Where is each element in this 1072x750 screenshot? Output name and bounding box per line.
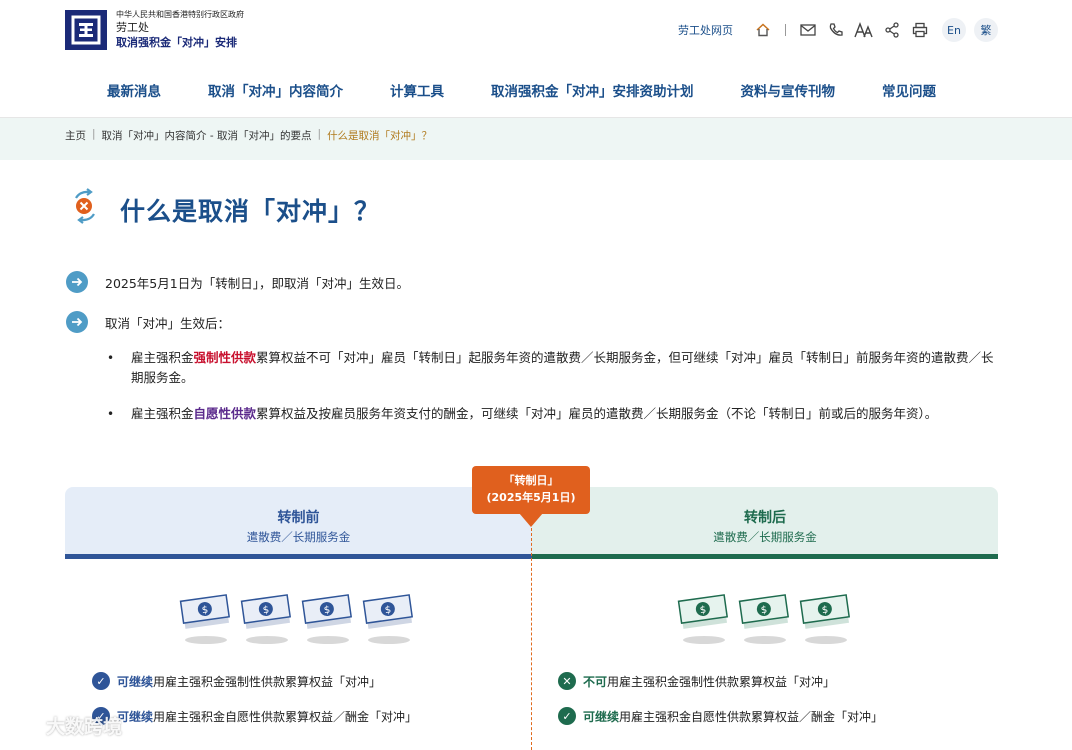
mandatory-highlight: 强制性供款 bbox=[193, 350, 257, 365]
banknote-stack-icon: $ bbox=[738, 588, 790, 646]
brand-block[interactable]: 中华人民共和国香港特别行政区政府 劳工处 取消强积金「对冲」安排 bbox=[116, 10, 244, 50]
bullet-text: 雇主强积金强制性供款累算权益不可「对冲」雇员「转制日」起服务年资的遣散费／长期服… bbox=[131, 348, 1000, 388]
status-text: 用雇主强积金自愿性供款累算权益／酬金「对冲」 bbox=[619, 709, 884, 724]
breadcrumb-separator: | bbox=[317, 128, 322, 140]
arrow-right-icon bbox=[66, 311, 88, 333]
status-text: 用雇主强积金强制性供款累算权益「对冲」 bbox=[153, 674, 382, 689]
flag-date: (2025年5月1日) bbox=[486, 491, 576, 504]
bullet-dot: • bbox=[107, 407, 115, 421]
offset-cancel-icon bbox=[75, 188, 95, 224]
bullet-text: 雇主强积金自愿性供款累算权益及按雇员服务年资支付的酬金，可继续「对冲」雇员的遣散… bbox=[131, 404, 937, 424]
labour-dept-logo[interactable] bbox=[65, 10, 107, 50]
after-status-voluntary: ✓ 可继续 用雇主强积金自愿性供款累算权益／酬金「对冲」 bbox=[558, 707, 883, 725]
breadcrumb-current: 什么是取消「对冲」？ bbox=[327, 130, 433, 142]
logo-icon bbox=[71, 15, 101, 45]
point-transition-day: 2025年5月1日为「转制日」，即取消「对冲」生效日。 bbox=[66, 271, 409, 293]
check-icon: ✓ bbox=[92, 672, 110, 690]
bullet-pre: 雇主强积金 bbox=[131, 406, 194, 421]
breadcrumb-home[interactable]: 主页 bbox=[65, 128, 86, 143]
check-icon: ✓ bbox=[558, 707, 576, 725]
watermark-text: 大数跨境 bbox=[46, 716, 123, 738]
nav-calculator[interactable]: 计算工具 bbox=[390, 80, 444, 100]
flag-label: 「转制日」 bbox=[503, 474, 559, 487]
before-subtitle: 遣散费／长期服务金 bbox=[246, 530, 351, 544]
watermark: 大数跨境 bbox=[8, 712, 122, 739]
mail-icon[interactable] bbox=[794, 17, 822, 43]
share-icon[interactable] bbox=[878, 17, 906, 43]
nav-intro[interactable]: 取消「对冲」内容简介 bbox=[208, 80, 343, 100]
print-icon[interactable] bbox=[906, 17, 934, 43]
bullet-dot: • bbox=[107, 351, 115, 365]
banknote-stack-icon: $ bbox=[301, 588, 353, 646]
status-text: 用雇主强积金强制性供款累算权益「对冲」 bbox=[607, 674, 836, 689]
before-status-voluntary: ✓ 可继续 用雇主强积金自愿性供款累算权益／酬金「对冲」 bbox=[92, 707, 417, 725]
banknote-stack-icon: $ bbox=[362, 588, 414, 646]
phone-icon[interactable] bbox=[822, 17, 850, 43]
after-title: 转制后 bbox=[744, 510, 786, 526]
after-money-row: $ $ $ bbox=[677, 588, 851, 646]
point-after-effective: 取消「对冲」生效后： bbox=[66, 311, 230, 333]
status-strong: 可继续 bbox=[117, 709, 154, 724]
before-panel: 转制前 遣散费／长期服务金 bbox=[65, 487, 532, 559]
lang-en-button[interactable]: En bbox=[942, 18, 966, 42]
bullet-pre: 雇主强积金 bbox=[131, 350, 194, 365]
banknote-stack-icon: $ bbox=[799, 588, 851, 646]
status-strong: 可继续 bbox=[117, 674, 154, 689]
breadcrumb: 主页 | 取消「对冲」内容简介 - 取消「对冲」的要点 | 什么是取消「对冲」？ bbox=[65, 128, 432, 143]
bullet-list: • 雇主强积金强制性供款累算权益不可「对冲」雇员「转制日」起服务年资的遣散费／长… bbox=[105, 348, 1000, 440]
banknote-stack-icon: $ bbox=[677, 588, 729, 646]
after-subtitle: 遣散费／长期服务金 bbox=[713, 530, 817, 544]
site-name: 取消强积金「对冲」安排 bbox=[116, 35, 237, 49]
breadcrumb-level1[interactable]: 取消「对冲」内容简介 - 取消「对冲」的要点 bbox=[102, 128, 312, 143]
labour-dept-home-link[interactable]: 劳工处网页 bbox=[678, 22, 733, 38]
before-title: 转制前 bbox=[277, 510, 320, 526]
point-text: 取消「对冲」生效后： bbox=[105, 315, 231, 331]
status-text: 用雇主强积金自愿性供款累算权益／酬金「对冲」 bbox=[153, 709, 418, 724]
point-text: 2025年5月1日为「转制日」，即取消「对冲」生效日。 bbox=[105, 275, 409, 291]
page-title: 什么是取消「对冲」？ bbox=[120, 197, 381, 226]
status-strong: 不可 bbox=[583, 674, 608, 689]
cross-icon: ✕ bbox=[558, 672, 576, 690]
main-nav: 最新消息 取消「对冲」内容简介 计算工具 取消强积金「对冲」安排资助计划 资料与… bbox=[107, 80, 936, 100]
nav-latest-news[interactable]: 最新消息 bbox=[107, 80, 161, 100]
nav-faq[interactable]: 常见问题 bbox=[882, 80, 936, 100]
toolbar-divider bbox=[785, 24, 786, 36]
watermark-logo-icon bbox=[10, 717, 41, 734]
status-strong: 可继续 bbox=[583, 709, 620, 724]
breadcrumb-separator: | bbox=[92, 128, 96, 140]
banknote-stack-icon: $ bbox=[240, 588, 292, 646]
nav-publications[interactable]: 资料与宣传刊物 bbox=[741, 80, 836, 100]
utility-toolbar: 劳工处网页 En 繁 bbox=[678, 17, 998, 43]
banknote-stack-icon: $ bbox=[179, 588, 231, 646]
lang-traditional-button[interactable]: 繁 bbox=[974, 18, 998, 42]
font-size-icon[interactable] bbox=[850, 17, 878, 43]
site-header: 中华人民共和国香港特别行政区政府 劳工处 取消强积金「对冲」安排 劳工处网页 E… bbox=[0, 0, 1072, 118]
arrow-right-icon bbox=[66, 271, 88, 293]
bullet-post: 累算权益及按雇员服务年资支付的酬金，可继续「对冲」雇员的遣散费／长期服务金（不论… bbox=[256, 406, 938, 421]
list-item: • 雇主强积金自愿性供款累算权益及按雇员服务年资支付的酬金，可继续「对冲」雇员的… bbox=[105, 404, 1000, 424]
bullet-post: 累算权益不可「对冲」雇员「转制日」起服务年资的遣散费／长期服务金，但可继续「对冲… bbox=[131, 350, 994, 385]
gov-line: 中华人民共和国香港特别行政区政府 bbox=[116, 10, 244, 19]
flag-pointer bbox=[519, 513, 543, 527]
before-money-row: $ $ $ $ bbox=[179, 588, 414, 646]
before-status-mandatory: ✓ 可继续 用雇主强积金强制性供款累算权益「对冲」 bbox=[92, 672, 381, 690]
list-item: • 雇主强积金强制性供款累算权益不可「对冲」雇员「转制日」起服务年资的遣散费／长… bbox=[105, 348, 1000, 388]
home-icon[interactable] bbox=[749, 17, 777, 43]
after-panel: 转制后 遣散费／长期服务金 bbox=[532, 487, 998, 559]
voluntary-highlight: 自愿性供款 bbox=[193, 406, 257, 421]
transition-divider bbox=[531, 528, 532, 750]
after-status-mandatory: ✕ 不可 用雇主强积金强制性供款累算权益「对冲」 bbox=[558, 672, 835, 690]
dept-name: 劳工处 bbox=[116, 21, 149, 34]
transition-day-flag: 「转制日」 (2025年5月1日) bbox=[472, 466, 590, 514]
nav-subsidy-scheme[interactable]: 取消强积金「对冲」安排资助计划 bbox=[491, 80, 694, 100]
